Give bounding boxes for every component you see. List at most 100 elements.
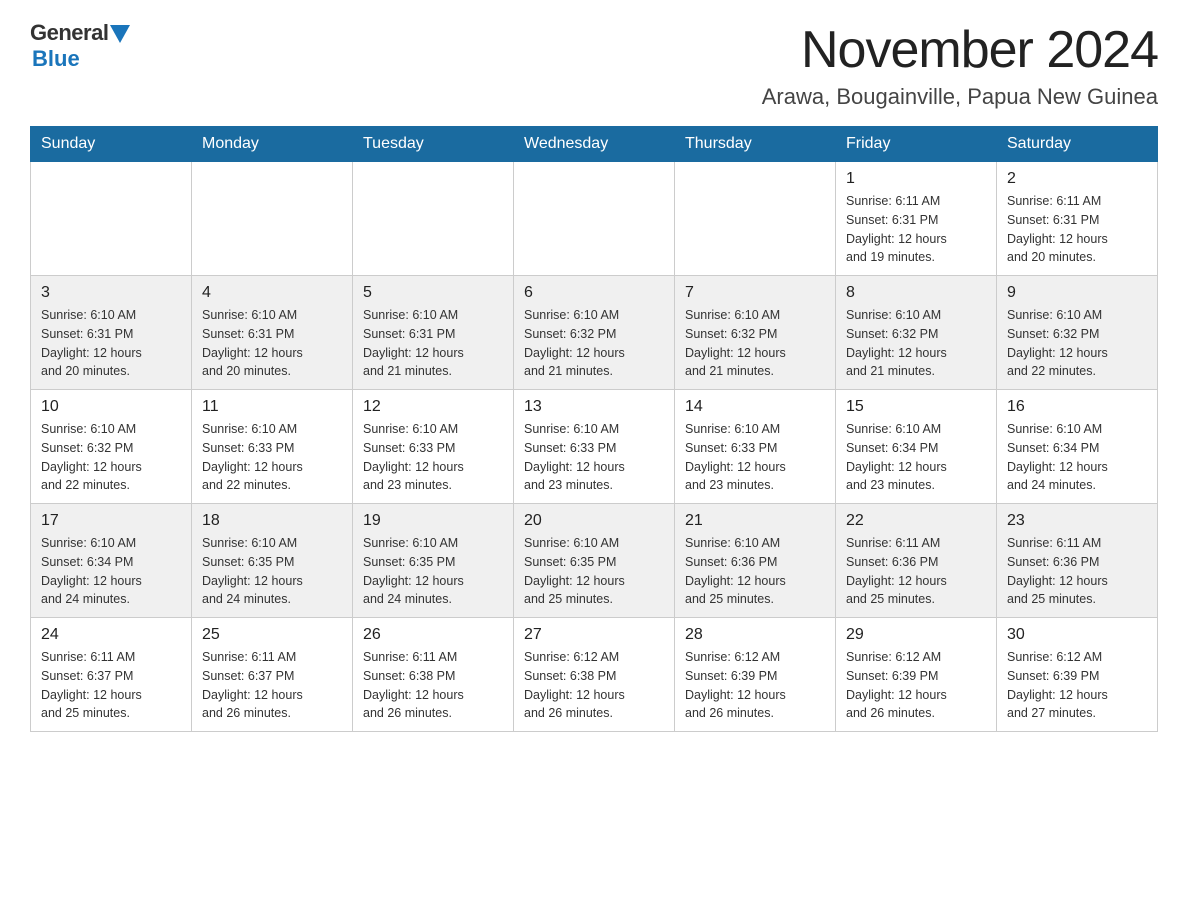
table-row: 22 Sunrise: 6:11 AMSunset: 6:36 PMDayligh… bbox=[836, 504, 997, 618]
header-friday: Friday bbox=[836, 127, 997, 162]
day-number: 27 bbox=[524, 626, 664, 644]
location-title: Arawa, Bougainville, Papua New Guinea bbox=[762, 84, 1158, 110]
table-row bbox=[192, 162, 353, 276]
day-info: Sunrise: 6:10 AMSunset: 6:35 PMDaylight:… bbox=[524, 534, 664, 609]
day-info: Sunrise: 6:12 AMSunset: 6:39 PMDaylight:… bbox=[846, 648, 986, 723]
table-row: 17 Sunrise: 6:10 AMSunset: 6:34 PMDayligh… bbox=[31, 504, 192, 618]
day-number: 23 bbox=[1007, 512, 1147, 530]
day-info: Sunrise: 6:10 AMSunset: 6:34 PMDaylight:… bbox=[41, 534, 181, 609]
table-row: 29 Sunrise: 6:12 AMSunset: 6:39 PMDayligh… bbox=[836, 618, 997, 732]
table-row: 8 Sunrise: 6:10 AMSunset: 6:32 PMDaylight… bbox=[836, 276, 997, 390]
day-info: Sunrise: 6:10 AMSunset: 6:31 PMDaylight:… bbox=[363, 306, 503, 381]
day-number: 18 bbox=[202, 512, 342, 530]
logo-triangle-icon bbox=[110, 25, 130, 43]
day-number: 8 bbox=[846, 284, 986, 302]
week-row-3: 10 Sunrise: 6:10 AMSunset: 6:32 PMDayligh… bbox=[31, 390, 1158, 504]
table-row: 6 Sunrise: 6:10 AMSunset: 6:32 PMDaylight… bbox=[514, 276, 675, 390]
days-header-row: Sunday Monday Tuesday Wednesday Thursday… bbox=[31, 127, 1158, 162]
day-info: Sunrise: 6:11 AMSunset: 6:37 PMDaylight:… bbox=[41, 648, 181, 723]
logo-blue-text: Blue bbox=[32, 46, 80, 72]
day-info: Sunrise: 6:10 AMSunset: 6:32 PMDaylight:… bbox=[524, 306, 664, 381]
table-row: 5 Sunrise: 6:10 AMSunset: 6:31 PMDaylight… bbox=[353, 276, 514, 390]
day-info: Sunrise: 6:12 AMSunset: 6:39 PMDaylight:… bbox=[1007, 648, 1147, 723]
day-info: Sunrise: 6:10 AMSunset: 6:35 PMDaylight:… bbox=[202, 534, 342, 609]
day-number: 24 bbox=[41, 626, 181, 644]
day-info: Sunrise: 6:10 AMSunset: 6:34 PMDaylight:… bbox=[1007, 420, 1147, 495]
day-number: 20 bbox=[524, 512, 664, 530]
page-header: General Blue November 2024 Arawa, Bougai… bbox=[30, 20, 1158, 110]
table-row: 26 Sunrise: 6:11 AMSunset: 6:38 PMDayligh… bbox=[353, 618, 514, 732]
month-title: November 2024 bbox=[762, 20, 1158, 80]
table-row: 10 Sunrise: 6:10 AMSunset: 6:32 PMDayligh… bbox=[31, 390, 192, 504]
table-row: 14Sunrise: 6:10 AMSunset: 6:33 PMDayligh… bbox=[675, 390, 836, 504]
day-number: 21 bbox=[685, 512, 825, 530]
table-row: 11Sunrise: 6:10 AMSunset: 6:33 PMDayligh… bbox=[192, 390, 353, 504]
day-info: Sunrise: 6:11 AMSunset: 6:36 PMDaylight:… bbox=[1007, 534, 1147, 609]
header-wednesday: Wednesday bbox=[514, 127, 675, 162]
day-number: 28 bbox=[685, 626, 825, 644]
table-row: 19 Sunrise: 6:10 AMSunset: 6:35 PMDayligh… bbox=[353, 504, 514, 618]
header-thursday: Thursday bbox=[675, 127, 836, 162]
table-row: 16Sunrise: 6:10 AMSunset: 6:34 PMDayligh… bbox=[997, 390, 1158, 504]
week-row-4: 17 Sunrise: 6:10 AMSunset: 6:34 PMDayligh… bbox=[31, 504, 1158, 618]
table-row: 1Sunrise: 6:11 AMSunset: 6:31 PMDaylight… bbox=[836, 162, 997, 276]
day-info: Sunrise: 6:10 AMSunset: 6:33 PMDaylight:… bbox=[524, 420, 664, 495]
table-row: 28 Sunrise: 6:12 AMSunset: 6:39 PMDayligh… bbox=[675, 618, 836, 732]
table-row bbox=[353, 162, 514, 276]
day-number: 29 bbox=[846, 626, 986, 644]
day-number: 7 bbox=[685, 284, 825, 302]
day-info: Sunrise: 6:10 AMSunset: 6:32 PMDaylight:… bbox=[1007, 306, 1147, 381]
day-number: 1 bbox=[846, 170, 986, 188]
day-info: Sunrise: 6:10 AMSunset: 6:32 PMDaylight:… bbox=[41, 420, 181, 495]
table-row bbox=[514, 162, 675, 276]
day-number: 5 bbox=[363, 284, 503, 302]
week-row-5: 24 Sunrise: 6:11 AMSunset: 6:37 PMDayligh… bbox=[31, 618, 1158, 732]
day-info: Sunrise: 6:10 AMSunset: 6:33 PMDaylight:… bbox=[363, 420, 503, 495]
day-number: 2 bbox=[1007, 170, 1147, 188]
day-info: Sunrise: 6:10 AMSunset: 6:36 PMDaylight:… bbox=[685, 534, 825, 609]
table-row: 18 Sunrise: 6:10 AMSunset: 6:35 PMDayligh… bbox=[192, 504, 353, 618]
header-saturday: Saturday bbox=[997, 127, 1158, 162]
day-number: 13 bbox=[524, 398, 664, 416]
logo-general-text: General bbox=[30, 20, 108, 46]
header-monday: Monday bbox=[192, 127, 353, 162]
table-row: 13 Sunrise: 6:10 AMSunset: 6:33 PMDayligh… bbox=[514, 390, 675, 504]
day-info: Sunrise: 6:11 AMSunset: 6:36 PMDaylight:… bbox=[846, 534, 986, 609]
week-row-1: 1 Sunrise: 6:11 AMSunset: 6:31 PMDaylight… bbox=[31, 162, 1158, 276]
header-tuesday: Tuesday bbox=[353, 127, 514, 162]
calendar-table: Sunday Monday Tuesday Wednesday Thursday… bbox=[30, 126, 1158, 732]
day-info: Sunrise: 6:10 AMSunset: 6:31 PMDaylight:… bbox=[202, 306, 342, 381]
day-number: 17 bbox=[41, 512, 181, 530]
day-number: 10 bbox=[41, 398, 181, 416]
header-sunday: Sunday bbox=[31, 127, 192, 162]
day-info: Sunrise: 6:11 AMSunset: 6:31 PMDaylight:… bbox=[1007, 192, 1147, 267]
day-number: 12 bbox=[363, 398, 503, 416]
day-info: Sunrise: 6:12 AMSunset: 6:39 PMDaylight:… bbox=[685, 648, 825, 723]
day-number: 22 bbox=[846, 512, 986, 530]
table-row: 2 Sunrise: 6:11 AMSunset: 6:31 PMDaylight… bbox=[997, 162, 1158, 276]
week-row-2: 3 Sunrise: 6:10 AMSunset: 6:31 PMDaylight… bbox=[31, 276, 1158, 390]
table-row: 12 Sunrise: 6:10 AMSunset: 6:33 PMDayligh… bbox=[353, 390, 514, 504]
table-row: 23 Sunrise: 6:11 AMSunset: 6:36 PMDayligh… bbox=[997, 504, 1158, 618]
day-number: 6 bbox=[524, 284, 664, 302]
day-number: 4 bbox=[202, 284, 342, 302]
logo: General Blue bbox=[30, 20, 130, 72]
day-info: Sunrise: 6:10 AMSunset: 6:35 PMDaylight:… bbox=[363, 534, 503, 609]
table-row: 25Sunrise: 6:11 AMSunset: 6:37 PMDayligh… bbox=[192, 618, 353, 732]
table-row bbox=[675, 162, 836, 276]
day-number: 26 bbox=[363, 626, 503, 644]
table-row: 7Sunrise: 6:10 AMSunset: 6:32 PMDaylight… bbox=[675, 276, 836, 390]
table-row: 15Sunrise: 6:10 AMSunset: 6:34 PMDayligh… bbox=[836, 390, 997, 504]
table-row: 9Sunrise: 6:10 AMSunset: 6:32 PMDaylight… bbox=[997, 276, 1158, 390]
day-info: Sunrise: 6:10 AMSunset: 6:31 PMDaylight:… bbox=[41, 306, 181, 381]
day-info: Sunrise: 6:12 AMSunset: 6:38 PMDaylight:… bbox=[524, 648, 664, 723]
table-row: 4 Sunrise: 6:10 AMSunset: 6:31 PMDaylight… bbox=[192, 276, 353, 390]
table-row: 27 Sunrise: 6:12 AMSunset: 6:38 PMDayligh… bbox=[514, 618, 675, 732]
day-info: Sunrise: 6:11 AMSunset: 6:38 PMDaylight:… bbox=[363, 648, 503, 723]
day-number: 19 bbox=[363, 512, 503, 530]
day-number: 11 bbox=[202, 398, 342, 416]
day-number: 25 bbox=[202, 626, 342, 644]
day-number: 3 bbox=[41, 284, 181, 302]
day-info: Sunrise: 6:10 AMSunset: 6:32 PMDaylight:… bbox=[846, 306, 986, 381]
table-row: 21 Sunrise: 6:10 AMSunset: 6:36 PMDayligh… bbox=[675, 504, 836, 618]
